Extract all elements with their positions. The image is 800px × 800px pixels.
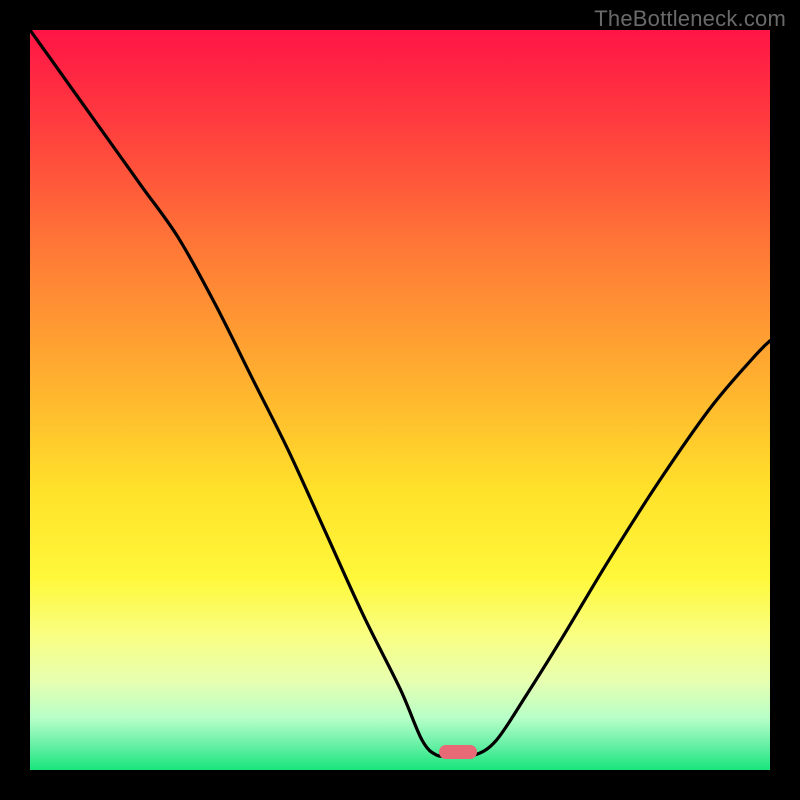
plot-area bbox=[30, 30, 770, 770]
watermark-text: TheBottleneck.com bbox=[594, 6, 786, 32]
optimal-marker bbox=[439, 745, 477, 759]
chart-frame: TheBottleneck.com bbox=[0, 0, 800, 800]
bottleneck-curve bbox=[30, 30, 770, 770]
